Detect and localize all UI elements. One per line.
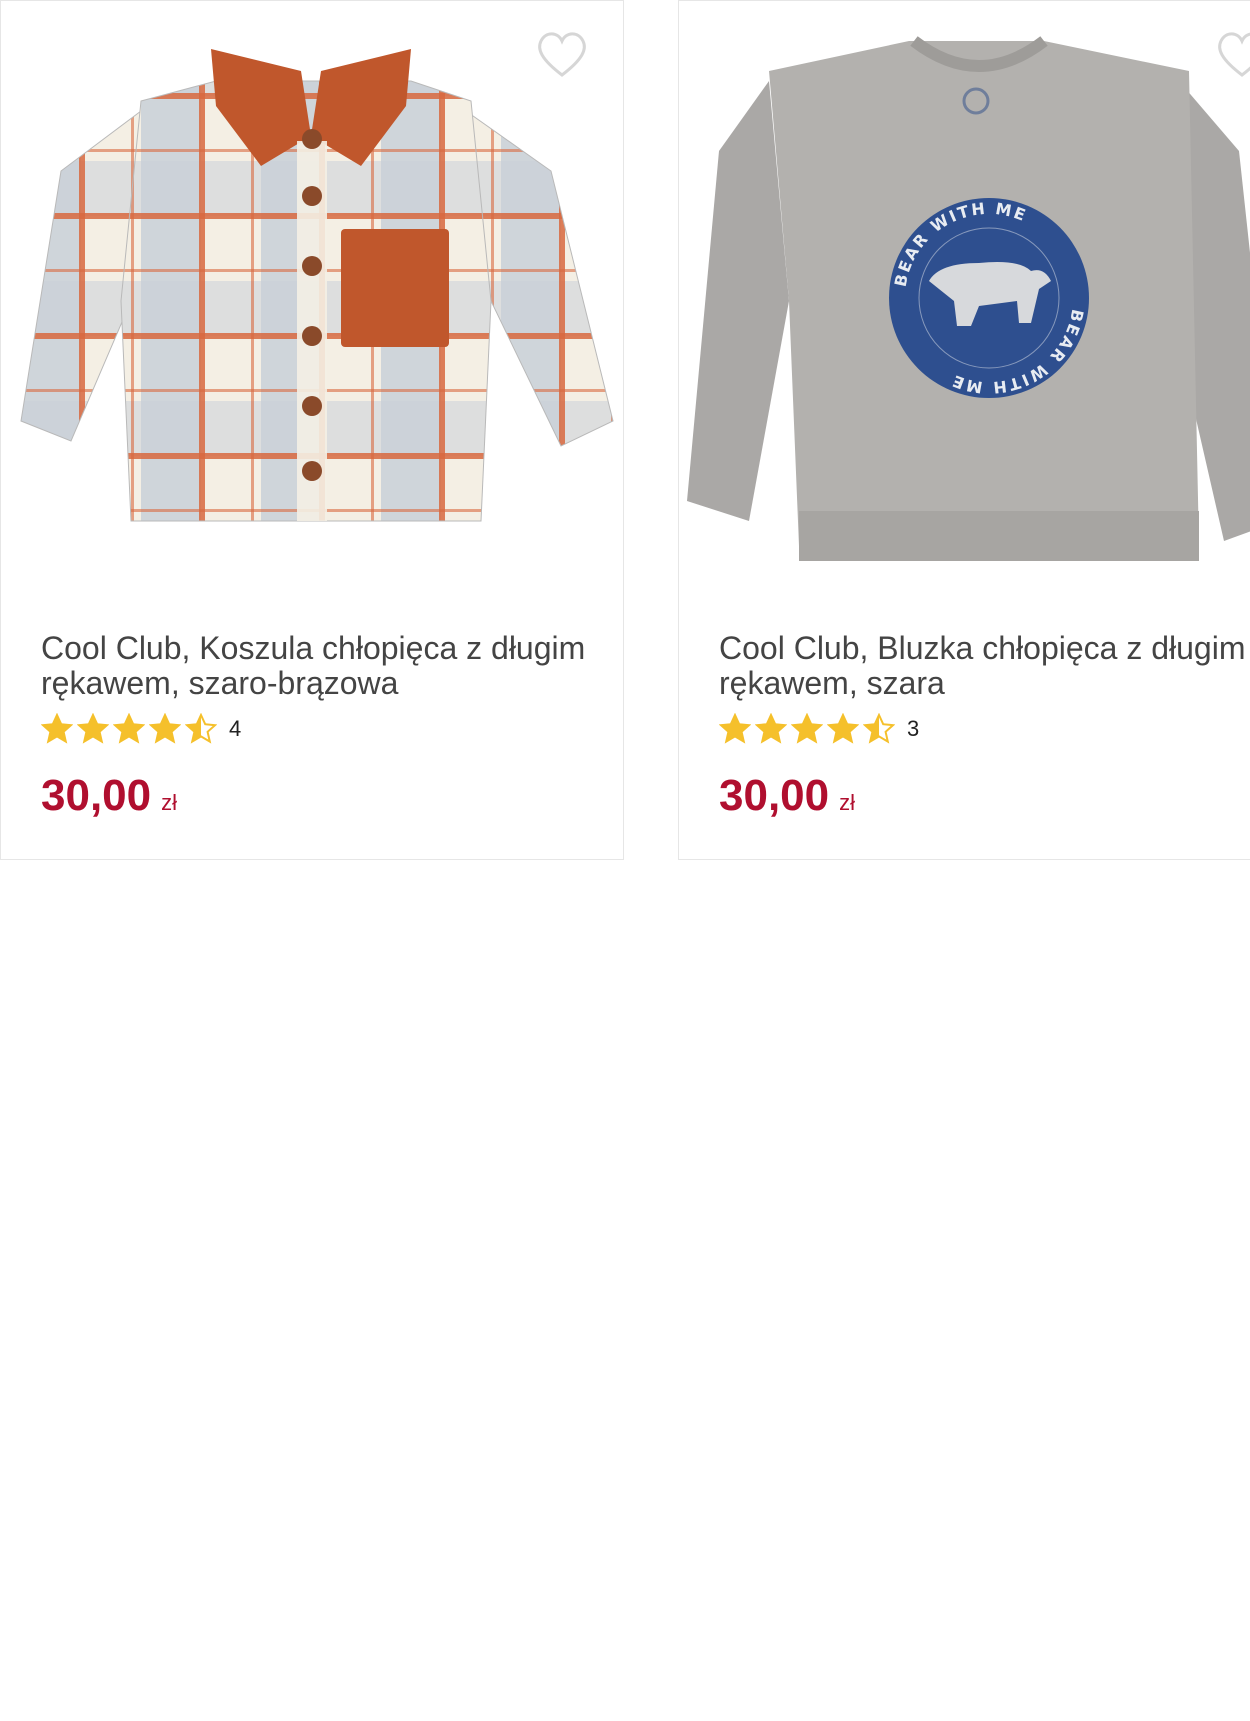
star-full-icon [77, 713, 109, 744]
star-full-icon [113, 713, 145, 744]
grey-sweatshirt-image: BEAR WITH ME BEAR WITH ME [687, 36, 1250, 561]
price-currency: zł [161, 790, 177, 815]
product-title[interactable]: Cool Club, Bluzka chłopięca z długim ręk… [719, 631, 1250, 701]
plaid-shirt-image [20, 49, 614, 522]
product-image[interactable] [1, 1, 623, 611]
rating-stars: 4 [41, 713, 241, 745]
product-title[interactable]: Cool Club, Koszula chłopięca z długim rę… [41, 631, 601, 701]
product-card[interactable]: Cool Club, Koszula chłopięca z długim rę… [0, 0, 624, 860]
price-value: 30,00 [41, 771, 152, 820]
star-full-icon [755, 713, 787, 744]
star-full-icon [41, 713, 73, 744]
product-image[interactable]: BEAR WITH ME BEAR WITH ME [679, 1, 1250, 611]
rating-count: 3 [907, 716, 920, 741]
star-half-icon [863, 713, 895, 744]
star-full-icon [827, 713, 859, 744]
product-card[interactable]: BEAR WITH ME BEAR WITH ME Cool Club, Blu… [678, 0, 1250, 860]
product-price: 30,00 zł [719, 771, 855, 828]
product-price: 30,00 zł [41, 771, 177, 828]
star-full-icon [149, 713, 181, 744]
star-full-icon [719, 713, 751, 744]
star-full-icon [791, 713, 823, 744]
rating-stars: 3 [719, 713, 919, 745]
heart-outline-icon[interactable] [535, 29, 589, 79]
price-value: 30,00 [719, 771, 830, 820]
product-grid: Cool Club, Koszula chłopięca z długim rę… [0, 0, 1250, 1721]
price-currency: zł [839, 790, 855, 815]
star-half-icon [185, 713, 217, 744]
rating-count: 4 [229, 716, 242, 741]
heart-outline-icon[interactable] [1215, 29, 1250, 79]
